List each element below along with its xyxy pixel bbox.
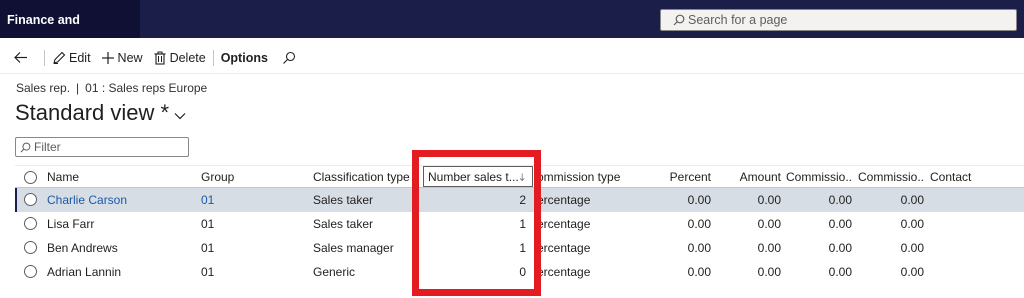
back-button[interactable] xyxy=(10,42,31,74)
cell-percent: 0.00 xyxy=(687,265,711,279)
separator xyxy=(44,49,45,66)
cell-number-sales-takers: 2 xyxy=(519,193,526,207)
filter-placeholder: Filter xyxy=(34,140,61,154)
options-label: Options xyxy=(220,50,268,65)
cell-contact xyxy=(930,236,1010,260)
column-header-group[interactable]: Group xyxy=(201,166,301,187)
row-select-radio[interactable] xyxy=(24,241,37,254)
table-row[interactable]: Adrian Lannin 01 Generic 0 ercentage 0.0… xyxy=(15,260,1024,284)
table-row[interactable]: Charlie Carson 01 Sales taker 2 ercentag… xyxy=(15,188,1024,212)
cell-commission-2: 0.00 xyxy=(900,241,924,255)
cell-amount: 0.00 xyxy=(757,217,781,231)
cell-name[interactable]: Ben Andrews xyxy=(47,236,197,260)
sales-rep-grid: Name Group Classification type Number sa… xyxy=(15,165,1024,284)
search-icon xyxy=(283,51,295,64)
action-search-button[interactable] xyxy=(279,42,302,74)
select-all-radio[interactable] xyxy=(24,171,37,184)
options-button[interactable]: Options xyxy=(218,42,271,74)
cell-group[interactable]: 01 xyxy=(201,212,301,236)
column-header-contact[interactable]: Contact xyxy=(930,166,1010,187)
cell-name[interactable]: Adrian Lannin xyxy=(47,260,197,284)
breadcrumb-entity: Sales rep. xyxy=(16,81,71,95)
cell-amount: 0.00 xyxy=(757,241,781,255)
edit-pencil-icon xyxy=(53,51,66,64)
cell-group[interactable]: 01 xyxy=(201,188,301,212)
cell-commission-type: ercentage xyxy=(537,217,591,231)
cell-classification-type: Sales manager xyxy=(313,241,394,255)
column-header-commission-1[interactable]: Commissio... xyxy=(786,166,852,187)
app-title[interactable]: Finance and Operations xyxy=(0,0,140,67)
cell-commission-2: 0.00 xyxy=(900,193,924,207)
edit-button[interactable]: Edit xyxy=(49,42,94,74)
search-placeholder: Search for a page xyxy=(688,13,788,27)
cell-percent: 0.00 xyxy=(687,193,711,207)
action-pane: Edit New Delete Options xyxy=(0,42,1024,74)
edit-label: Edit xyxy=(69,50,91,65)
cell-commission-1: 0.00 xyxy=(828,241,852,255)
cell-classification-type: Generic xyxy=(313,265,356,279)
delete-label: Delete xyxy=(169,50,206,65)
cell-classification-type: Sales taker xyxy=(313,193,374,207)
table-row[interactable]: Ben Andrews 01 Sales manager 1 ercentage… xyxy=(15,236,1024,260)
view-title: Standard view * xyxy=(15,100,170,125)
cell-classification-type: Sales taker xyxy=(313,217,374,231)
column-header-classification-type[interactable]: Classification type xyxy=(313,166,423,187)
cell-commission-1: 0.00 xyxy=(828,217,852,231)
column-header-commission-2[interactable]: Commissio... xyxy=(858,166,924,187)
cell-contact xyxy=(930,212,1010,236)
new-button[interactable]: New xyxy=(98,42,146,74)
cell-name[interactable]: Lisa Farr xyxy=(47,212,197,236)
cell-commission-type: ercentage xyxy=(537,241,591,255)
breadcrumb: Sales rep. | 01 : Sales reps Europe xyxy=(16,81,207,95)
delete-button[interactable]: Delete xyxy=(150,42,209,74)
cell-number-sales-takers: 1 xyxy=(519,217,526,231)
column-header-commission-type[interactable]: ommission type xyxy=(537,166,647,187)
sort-descending-icon xyxy=(519,173,525,181)
page-search-input[interactable]: Search for a page xyxy=(660,9,1017,31)
column-header-percent[interactable]: Percent xyxy=(635,166,711,187)
cell-commission-2: 0.00 xyxy=(900,217,924,231)
plus-icon xyxy=(101,51,114,64)
top-nav-bar: Finance and Operations Search for a page xyxy=(0,0,1024,67)
row-select-radio[interactable] xyxy=(24,265,37,278)
cell-number-sales-takers: 0 xyxy=(519,265,526,279)
column-header-name[interactable]: Name xyxy=(47,166,197,187)
cell-amount: 0.00 xyxy=(757,193,781,207)
chevron-down-icon xyxy=(174,113,186,120)
filter-search-icon xyxy=(20,142,31,152)
new-label: New xyxy=(117,50,143,65)
cell-commission-1: 0.00 xyxy=(828,193,852,207)
trash-icon xyxy=(154,51,166,65)
cell-group[interactable]: 01 xyxy=(201,236,301,260)
cell-group[interactable]: 01 xyxy=(201,260,301,284)
filter-input[interactable]: Filter xyxy=(15,137,189,157)
breadcrumb-record: 01 : Sales reps Europe xyxy=(85,81,208,95)
cell-percent: 0.00 xyxy=(687,241,711,255)
back-arrow-icon xyxy=(14,52,27,63)
column-header-number-sales-takers-label: Number sales t... xyxy=(428,169,519,184)
cell-contact xyxy=(930,188,1010,212)
cell-commission-2: 0.00 xyxy=(900,265,924,279)
cell-name[interactable]: Charlie Carson xyxy=(47,188,197,212)
row-select-radio[interactable] xyxy=(24,193,37,206)
search-icon xyxy=(673,14,685,26)
column-header-amount[interactable]: Amount xyxy=(715,166,781,187)
row-select-radio[interactable] xyxy=(24,217,37,230)
cell-commission-type: ercentage xyxy=(537,265,591,279)
cell-amount: 0.00 xyxy=(757,265,781,279)
cell-contact xyxy=(930,260,1010,284)
cell-commission-type: ercentage xyxy=(537,193,591,207)
cell-commission-1: 0.00 xyxy=(828,265,852,279)
column-header-number-sales-takers[interactable]: Number sales t... xyxy=(423,166,533,187)
view-selector[interactable]: Standard view * xyxy=(15,100,186,126)
cell-percent: 0.00 xyxy=(687,217,711,231)
breadcrumb-separator: | xyxy=(76,81,80,95)
separator xyxy=(212,49,214,66)
cell-number-sales-takers: 1 xyxy=(519,241,526,255)
grid-header: Name Group Classification type Number sa… xyxy=(15,165,1024,188)
table-row[interactable]: Lisa Farr 01 Sales taker 1 ercentage 0.0… xyxy=(15,212,1024,236)
